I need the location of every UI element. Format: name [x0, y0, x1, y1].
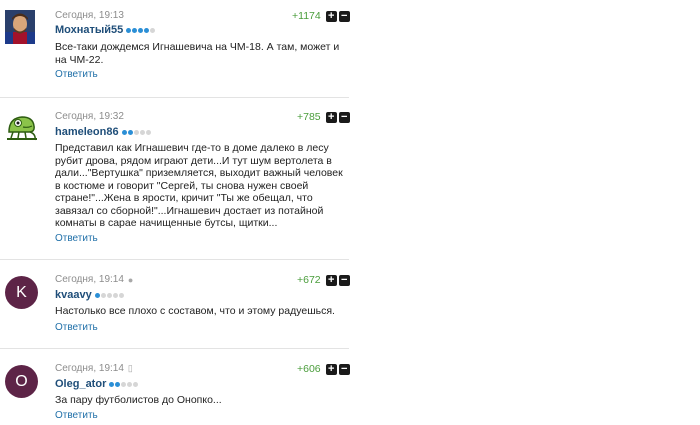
rating-dot — [132, 27, 138, 33]
comment-meta: Сегодня, 19:14 ▯ — [55, 363, 133, 374]
downvote-button[interactable]: − — [338, 363, 350, 375]
comment-item: K Сегодня, 19:14 ● kvaavy Настолько все … — [0, 262, 360, 347]
rating-dot — [133, 381, 139, 387]
rating-dot — [121, 381, 127, 387]
comment-text: За пару футболистов до Онопко... — [55, 394, 222, 406]
comment-time: Сегодня, 19:14 — [55, 274, 124, 285]
avatar-letter: O — [15, 372, 28, 390]
upvote-button[interactable]: + — [325, 111, 337, 123]
username[interactable]: Oleg_ator — [55, 378, 106, 390]
divider — [0, 348, 349, 349]
comment-text: Все-таки дождемся Игнашевича на ЧМ-18. А… — [55, 41, 340, 66]
user-rating — [109, 381, 139, 387]
rating-dot — [106, 292, 112, 298]
rating-dot — [145, 129, 151, 135]
comment-text: Настолько все плохо с составом, что и эт… — [55, 305, 335, 317]
rating-dot — [144, 27, 150, 33]
reply-button[interactable]: Ответить — [55, 410, 98, 421]
rating-dot — [150, 27, 156, 33]
user-rating — [126, 27, 156, 33]
comment-item: O Сегодня, 19:14 ▯ Oleg_ator За пару фут… — [0, 351, 360, 425]
upvote-button[interactable]: + — [325, 10, 337, 22]
rating-dot — [138, 27, 144, 33]
downvote-button[interactable]: − — [338, 10, 350, 22]
vote-score: +606 — [297, 363, 321, 375]
username[interactable]: Мохнатый55 — [55, 24, 123, 36]
vote-score: +672 — [297, 274, 321, 286]
rating-dot — [100, 292, 106, 298]
comments-feed: Сегодня, 19:13 Мохнатый55 Все-таки дожде… — [0, 0, 700, 425]
comment-user: kvaavy — [55, 289, 124, 301]
avatar[interactable] — [5, 110, 39, 144]
rating-dot — [118, 292, 124, 298]
avatar-letter: K — [16, 283, 27, 301]
rating-dot — [139, 129, 145, 135]
upvote-button[interactable]: + — [325, 363, 337, 375]
rating-dot — [127, 381, 133, 387]
reply-button[interactable]: Ответить — [55, 322, 98, 333]
comment-item: Сегодня, 19:13 Мохнатый55 Все-таки дожде… — [0, 0, 360, 95]
rating-dot — [109, 381, 115, 387]
avatar[interactable]: O — [5, 365, 38, 398]
vote-score: +1174 — [292, 10, 321, 22]
vote-controls: +785 + − — [297, 111, 350, 123]
rating-dot — [121, 129, 127, 135]
comment-meta: Сегодня, 19:14 ● — [55, 274, 133, 285]
comment-text: Представил как Игнашевич где-то в доме д… — [55, 142, 343, 229]
user-rating — [121, 129, 151, 135]
mobile-device-icon: ▯ — [127, 363, 133, 373]
chameleon-icon — [7, 116, 37, 141]
rating-dot — [115, 381, 121, 387]
rating-dot — [133, 129, 139, 135]
reply-button[interactable]: Ответить — [55, 69, 98, 80]
comment-meta: Сегодня, 19:32 — [55, 111, 124, 122]
comment-time: Сегодня, 19:32 — [55, 111, 124, 122]
avatar[interactable]: K — [5, 276, 38, 309]
comment-user: Oleg_ator — [55, 378, 139, 390]
avatar[interactable] — [5, 10, 35, 44]
rating-dot — [112, 292, 118, 298]
downvote-button[interactable]: − — [338, 111, 350, 123]
user-photo-icon — [5, 10, 35, 44]
divider — [0, 259, 349, 260]
vote-controls: +1174 + − — [292, 10, 350, 22]
downvote-button[interactable]: − — [338, 274, 350, 286]
username[interactable]: kvaavy — [55, 289, 92, 301]
rating-dot — [126, 27, 132, 33]
apple-icon: ● — [127, 274, 134, 285]
comment-user: Мохнатый55 — [55, 24, 156, 36]
rating-dot — [127, 129, 133, 135]
reply-button[interactable]: Ответить — [55, 233, 98, 244]
comment-user: hameleon86 — [55, 126, 151, 138]
rating-dot — [94, 292, 100, 298]
username[interactable]: hameleon86 — [55, 126, 119, 138]
comment-meta: Сегодня, 19:13 — [55, 10, 124, 21]
user-rating — [94, 292, 124, 298]
comment-time: Сегодня, 19:13 — [55, 10, 124, 21]
comment-item: Сегодня, 19:32 hameleon86 Представил как… — [0, 100, 360, 260]
upvote-button[interactable]: + — [325, 274, 337, 286]
vote-controls: +672 + − — [297, 274, 350, 286]
comment-time: Сегодня, 19:14 — [55, 363, 124, 374]
vote-controls: +606 + − — [297, 363, 350, 375]
vote-score: +785 — [297, 111, 321, 123]
divider — [0, 97, 349, 98]
